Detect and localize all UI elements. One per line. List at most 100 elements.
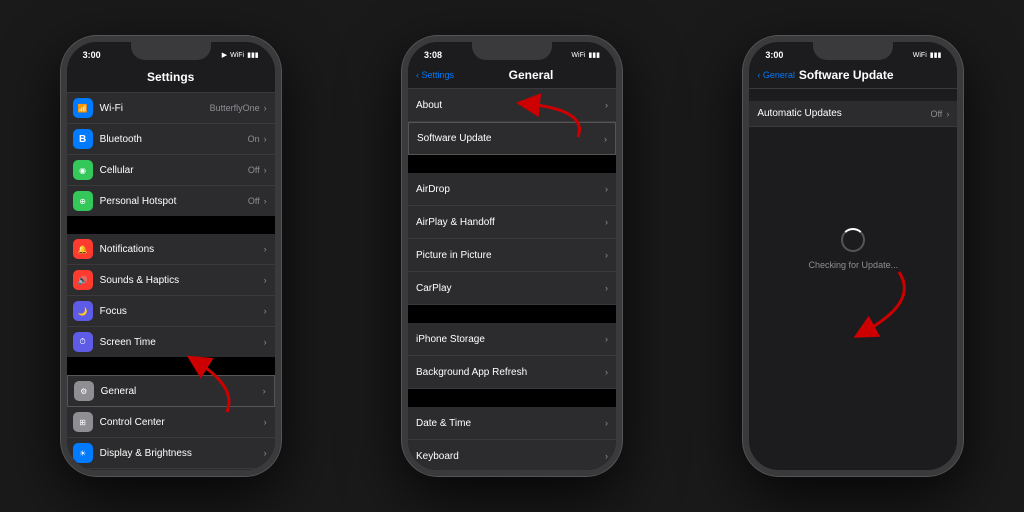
auto-updates-section: Automatic Updates Off › — [749, 101, 957, 127]
iphone-storage-label: iPhone Storage — [416, 334, 605, 345]
item-bg-refresh[interactable]: Background App Refresh › — [408, 356, 616, 389]
gap-g1 — [408, 155, 616, 173]
focus-icon: 🌙 — [73, 301, 93, 321]
wifi-value: ButterflyOne — [210, 103, 260, 113]
list-item-controlcenter[interactable]: ⊞ Control Center › — [67, 407, 275, 438]
display-icon: ☀ — [73, 443, 93, 463]
iphone-storage-chevron: › — [605, 334, 608, 344]
focus-label: Focus — [100, 306, 264, 317]
nav-header-2: ‹ Settings General — [408, 64, 616, 89]
list-item-bluetooth[interactable]: B Bluetooth On › — [67, 124, 275, 155]
item-airdrop[interactable]: AirDrop › — [408, 173, 616, 206]
cellular-label: Cellular — [100, 165, 248, 176]
phone3: 3:00 WiFi ▮▮▮ ‹ General Software Update … — [743, 36, 963, 476]
bluetooth-icon: B — [73, 129, 93, 149]
gap-1 — [67, 216, 275, 234]
time-2: 3:08 — [424, 50, 442, 60]
bluetooth-value: On — [248, 134, 260, 144]
carplay-chevron: › — [605, 283, 608, 293]
phone1: 3:00 ▶ WiFi ▮▮▮ Settings 📶 Wi-Fi Butterf… — [61, 36, 281, 476]
item-airplay[interactable]: AirPlay & Handoff › — [408, 206, 616, 239]
display-chevron: › — [264, 448, 267, 458]
item-keyboard[interactable]: Keyboard › — [408, 440, 616, 470]
notifications-chevron: › — [264, 244, 267, 254]
bg-refresh-chevron: › — [605, 367, 608, 377]
notifications-icon: 🔔 — [73, 239, 93, 259]
bg-refresh-label: Background App Refresh — [416, 367, 605, 378]
checking-update-area: Checking for Update... — [749, 127, 957, 371]
hotspot-icon: ⊕ — [73, 191, 93, 211]
wifi-icon: 📶 — [73, 98, 93, 118]
phone1-wrapper: 3:00 ▶ WiFi ▮▮▮ Settings 📶 Wi-Fi Butterf… — [61, 36, 281, 476]
gap-g2 — [408, 305, 616, 323]
about-chevron: › — [605, 100, 608, 110]
sounds-icon: 🔊 — [73, 270, 93, 290]
nav-header-3: ‹ General Software Update — [749, 64, 957, 89]
phone2: 3:08 WiFi ▮▮▮ ‹ Settings General About › — [402, 36, 622, 476]
list-item-screentime[interactable]: ⏱ Screen Time › — [67, 327, 275, 357]
auto-updates-value: Off — [930, 109, 942, 119]
auto-updates-row[interactable]: Automatic Updates Off › — [749, 101, 957, 127]
cellular-icon: ◉ — [73, 160, 93, 180]
back-button-2[interactable]: ‹ Settings — [416, 70, 454, 80]
focus-chevron: › — [264, 306, 267, 316]
list-item-general[interactable]: ⚙ General › — [67, 375, 275, 407]
nav-header-1: Settings — [67, 64, 275, 93]
item-date-time[interactable]: Date & Time › — [408, 407, 616, 440]
back-button-3[interactable]: ‹ General — [757, 70, 795, 80]
hotspot-chevron: › — [264, 196, 267, 206]
keyboard-chevron: › — [605, 451, 608, 461]
screentime-chevron: › — [264, 337, 267, 347]
bluetooth-chevron: › — [264, 134, 267, 144]
sounds-label: Sounds & Haptics — [100, 275, 264, 286]
list-item-homescreen[interactable]: ⊟ Home Screen › — [67, 469, 275, 470]
general-icon: ⚙ — [74, 381, 94, 401]
cellular-chevron: › — [264, 165, 267, 175]
status-icons-3: WiFi ▮▮▮ — [913, 51, 942, 59]
controlcenter-label: Control Center — [100, 417, 264, 428]
about-label: About — [416, 100, 605, 111]
loading-spinner — [841, 228, 865, 252]
wifi-chevron: › — [264, 103, 267, 113]
list-item-notifications[interactable]: 🔔 Notifications › — [67, 234, 275, 265]
sounds-chevron: › — [264, 275, 267, 285]
hotspot-label: Personal Hotspot — [100, 196, 248, 207]
list-item-display[interactable]: ☀ Display & Brightness › — [67, 438, 275, 469]
screentime-label: Screen Time — [100, 337, 264, 348]
item-software-update[interactable]: Software Update › — [408, 122, 616, 155]
time-3: 3:00 — [765, 50, 783, 60]
general-chevron: › — [263, 386, 266, 396]
wifi-label: Wi-Fi — [100, 103, 210, 114]
general-label: General — [101, 386, 263, 397]
item-pip[interactable]: Picture in Picture › — [408, 239, 616, 272]
phone3-wrapper: 3:00 WiFi ▮▮▮ ‹ General Software Update … — [743, 36, 963, 476]
notifications-label: Notifications — [100, 244, 264, 255]
item-iphone-storage[interactable]: iPhone Storage › — [408, 323, 616, 356]
item-about[interactable]: About › — [408, 89, 616, 122]
controlcenter-icon: ⊞ — [73, 412, 93, 432]
bluetooth-label: Bluetooth — [100, 134, 248, 145]
item-carplay[interactable]: CarPlay › — [408, 272, 616, 305]
list-item-hotspot[interactable]: ⊕ Personal Hotspot Off › — [67, 186, 275, 216]
screentime-icon: ⏱ — [73, 332, 93, 352]
checking-text: Checking for Update... — [809, 260, 899, 270]
airdrop-label: AirDrop — [416, 184, 605, 195]
date-time-chevron: › — [605, 418, 608, 428]
pip-chevron: › — [605, 250, 608, 260]
screen-3: ‹ General Software Update Automatic Upda… — [749, 64, 957, 470]
list-item-focus[interactable]: 🌙 Focus › — [67, 296, 275, 327]
list-item-wifi[interactable]: 📶 Wi-Fi ButterflyOne › — [67, 93, 275, 124]
airdrop-chevron: › — [605, 184, 608, 194]
settings-list-1: 📶 Wi-Fi ButterflyOne › B Bluetooth On › … — [67, 93, 275, 470]
list-item-cellular[interactable]: ◉ Cellular Off › — [67, 155, 275, 186]
settings-title: Settings — [147, 70, 194, 84]
list-item-sounds[interactable]: 🔊 Sounds & Haptics › — [67, 265, 275, 296]
notch2 — [472, 42, 552, 60]
date-time-label: Date & Time — [416, 418, 605, 429]
notch1 — [131, 42, 211, 60]
software-update-page-title: Software Update — [799, 68, 894, 82]
status-icons-1: ▶ WiFi ▮▮▮ — [222, 51, 259, 59]
phone2-wrapper: 3:08 WiFi ▮▮▮ ‹ Settings General About › — [402, 36, 622, 476]
time-1: 3:00 — [83, 50, 101, 60]
cellular-value: Off — [248, 165, 260, 175]
